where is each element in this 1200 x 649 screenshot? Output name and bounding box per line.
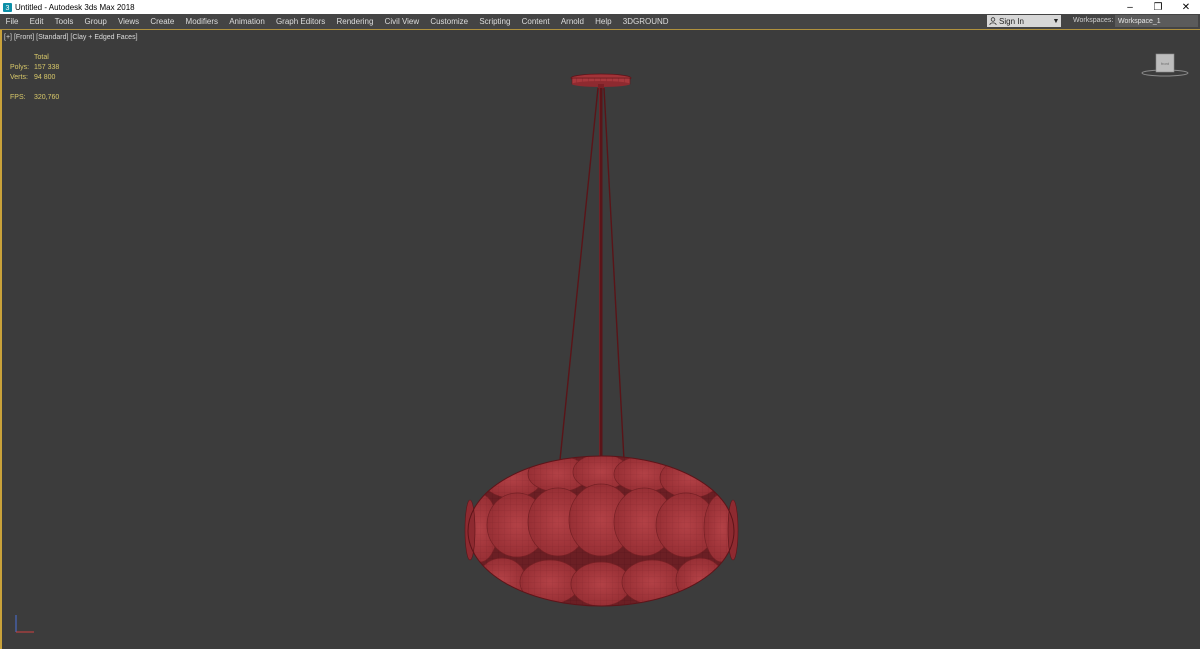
menu-views[interactable]: Views: [112, 17, 144, 26]
menu-create[interactable]: Create: [145, 17, 180, 26]
app-icon[interactable]: 3: [2, 2, 12, 12]
menu-scripting[interactable]: Scripting: [474, 17, 516, 26]
workspaces-label: Workspaces:: [1073, 17, 1114, 24]
ceiling-canopy: [570, 73, 632, 89]
menu-graph-editors[interactable]: Graph Editors: [270, 17, 331, 26]
user-icon: [987, 17, 999, 25]
restore-button[interactable]: ❐: [1144, 0, 1172, 14]
close-button[interactable]: ✕: [1172, 0, 1200, 14]
lamp-shade: [464, 455, 739, 607]
menu-3dground[interactable]: 3DGROUND: [617, 17, 674, 26]
sign-in-label: Sign In: [999, 16, 1024, 26]
menu-civil-view[interactable]: Civil View: [379, 17, 425, 26]
menu-help[interactable]: Help: [590, 17, 618, 26]
menu-bar: File Edit Tools Group Views Create Modif…: [0, 14, 1200, 30]
menu-file[interactable]: File: [0, 17, 24, 26]
minimize-button[interactable]: –: [1116, 0, 1144, 14]
menu-animation[interactable]: Animation: [224, 17, 271, 26]
suspension-cables: [559, 87, 625, 462]
scene-model[interactable]: [0, 30, 1200, 649]
sign-in-dropdown[interactable]: Sign In ▼: [987, 15, 1061, 27]
chevron-down-icon: ▼: [1052, 17, 1060, 25]
window-title: Untitled - Autodesk 3ds Max 2018: [15, 2, 135, 12]
menu-modifiers[interactable]: Modifiers: [180, 17, 224, 26]
menu-group[interactable]: Group: [79, 17, 112, 26]
svg-text:3: 3: [5, 5, 9, 12]
menu-rendering[interactable]: Rendering: [331, 17, 379, 26]
menu-customize[interactable]: Customize: [425, 17, 474, 26]
menu-arnold[interactable]: Arnold: [555, 17, 589, 26]
menu-tools[interactable]: Tools: [49, 17, 79, 26]
menu-edit[interactable]: Edit: [24, 17, 49, 26]
title-bar: 3 Untitled - Autodesk 3ds Max 2018 – ❐ ✕: [0, 0, 1200, 14]
menu-content[interactable]: Content: [516, 17, 555, 26]
window-controls: – ❐ ✕: [1116, 0, 1200, 14]
workspace-select[interactable]: Workspace_1: [1115, 15, 1198, 27]
